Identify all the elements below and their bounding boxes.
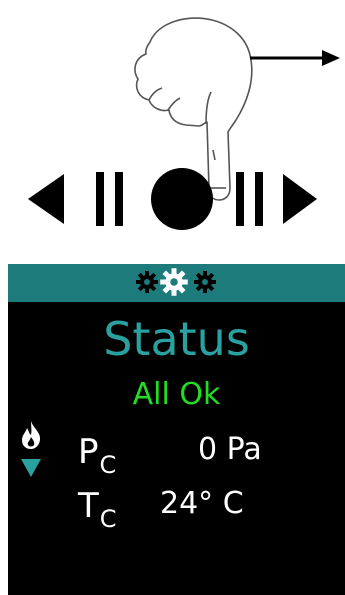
swipe-gesture-illustration (0, 0, 345, 245)
page-title: Status (103, 312, 250, 366)
temperature-reading: TC 24° C (8, 484, 345, 533)
status-message: All Ok (132, 377, 221, 412)
reading-symbol: TC (78, 486, 117, 533)
reading-value: 0 Pa (198, 432, 262, 467)
gear-icon (135, 270, 159, 294)
reading-value: 24° C (160, 486, 244, 521)
left-triangle-icon (28, 174, 64, 224)
pressure-reading: PC 0 Pa (8, 430, 345, 479)
device-screen: Status All Ok PC 0 Pa TC 24° C (8, 264, 345, 595)
reading-symbol: PC (78, 432, 117, 479)
gear-icon (159, 267, 189, 297)
gear-icon (193, 270, 217, 294)
center-dot-icon (151, 168, 213, 230)
swipe-right-arrow-icon (250, 50, 340, 66)
screen-header (8, 264, 345, 302)
right-triangle-icon (283, 174, 317, 224)
